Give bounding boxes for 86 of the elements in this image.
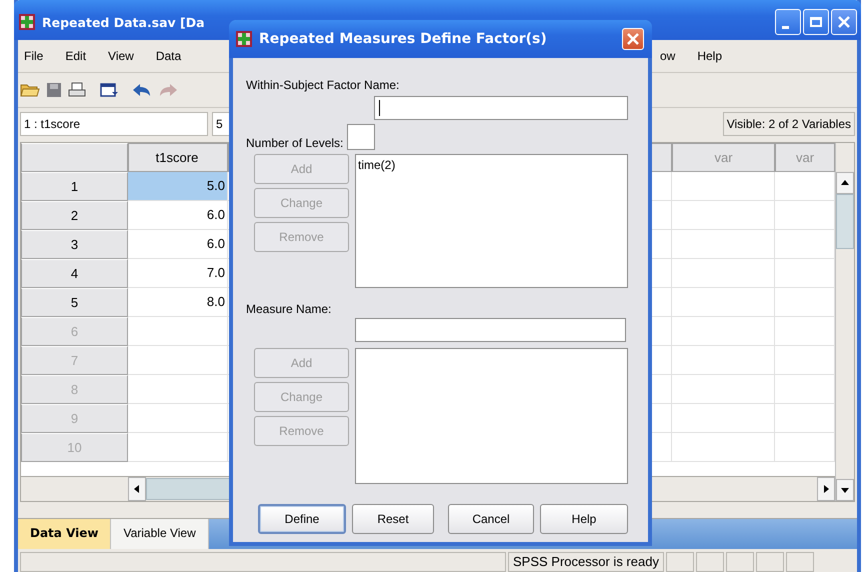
table-cell[interactable] <box>672 433 775 462</box>
dialog-button[interactable]: Define <box>258 504 346 534</box>
menu-item[interactable]: Help <box>693 49 730 63</box>
maximize-button[interactable] <box>803 9 829 35</box>
factor-name-field[interactable] <box>374 96 628 120</box>
dialog-button[interactable]: Reset <box>352 504 434 534</box>
visible-variables-count: Visible: 2 of 2 Variables <box>722 112 855 136</box>
table-cell[interactable]: 5.0 <box>128 172 228 201</box>
table-cell[interactable]: 6.0 <box>128 230 228 259</box>
table-cell[interactable] <box>672 201 775 230</box>
left-arrow-icon <box>134 485 140 493</box>
table-corner[interactable] <box>21 143 128 172</box>
table-cell[interactable] <box>775 201 835 230</box>
table-cell[interactable] <box>672 172 775 201</box>
table-cell[interactable] <box>775 288 835 317</box>
field-label: Measure Name: <box>246 302 332 316</box>
scroll-down-button[interactable] <box>836 479 854 501</box>
menu-item[interactable]: File <box>20 49 52 63</box>
table-cell[interactable] <box>775 433 835 462</box>
vertical-scrollbar[interactable] <box>835 143 854 501</box>
menu-item[interactable]: Data <box>152 49 190 63</box>
print-icon[interactable] <box>68 82 86 98</box>
close-icon <box>837 15 851 29</box>
field-label: Within-Subject Factor Name: <box>246 78 400 92</box>
status-panel <box>666 552 694 572</box>
window-title: Repeated Data.sav [Da <box>42 14 205 30</box>
row-header[interactable]: 2 <box>21 201 128 230</box>
row-header[interactable]: 1 <box>21 172 128 201</box>
measure-list[interactable] <box>355 348 628 484</box>
scrollbar-thumb[interactable] <box>836 194 854 249</box>
table-cell[interactable] <box>775 317 835 346</box>
status-panel <box>786 552 814 572</box>
close-icon <box>627 33 639 45</box>
table-cell[interactable] <box>672 317 775 346</box>
open-folder-icon[interactable] <box>20 82 40 98</box>
status-panel <box>756 552 784 572</box>
table-cell[interactable] <box>672 288 775 317</box>
status-text: SPSS Processor is ready <box>508 552 664 572</box>
dialog-recall-icon[interactable] <box>100 82 118 98</box>
scroll-right-button[interactable] <box>817 477 835 501</box>
menu-item[interactable]: View <box>104 49 142 63</box>
table-cell[interactable] <box>775 375 835 404</box>
up-arrow-icon <box>841 180 849 186</box>
status-panel <box>726 552 754 572</box>
table-cell[interactable] <box>672 404 775 433</box>
table-cell[interactable]: 8.0 <box>128 288 228 317</box>
view-tab[interactable]: Variable View <box>111 519 209 549</box>
redo-icon[interactable] <box>158 82 178 98</box>
table-cell[interactable] <box>672 375 775 404</box>
measure-name-field[interactable] <box>355 318 626 342</box>
app-icon <box>18 13 36 31</box>
status-panel <box>696 552 724 572</box>
table-cell[interactable] <box>672 259 775 288</box>
save-icon[interactable] <box>46 82 62 98</box>
levels-field[interactable] <box>347 124 376 150</box>
scroll-left-button[interactable] <box>128 477 146 501</box>
row-header[interactable]: 4 <box>21 259 128 288</box>
column-header[interactable]: t1score <box>128 143 228 172</box>
table-cell[interactable] <box>775 172 835 201</box>
minimize-button[interactable] <box>775 9 801 35</box>
table-cell[interactable]: 7.0 <box>128 259 228 288</box>
table-cell[interactable] <box>775 230 835 259</box>
right-arrow-icon <box>823 485 829 493</box>
table-cell[interactable] <box>775 259 835 288</box>
close-button[interactable] <box>831 9 857 35</box>
view-tab[interactable]: Data View <box>18 519 112 549</box>
table-cell[interactable] <box>775 346 835 375</box>
table-cell[interactable] <box>672 346 775 375</box>
table-cell[interactable] <box>775 404 835 433</box>
list-item[interactable]: time(2) <box>356 155 627 175</box>
row-header[interactable]: 3 <box>21 230 128 259</box>
undo-icon[interactable] <box>132 82 152 98</box>
app-icon <box>235 30 253 48</box>
cell-reference: 1 : t1score <box>20 112 208 136</box>
menu-item[interactable]: ow <box>656 49 684 63</box>
menu-item[interactable]: Edit <box>61 49 94 63</box>
dialog-button[interactable]: Help <box>540 504 628 534</box>
down-arrow-icon <box>841 487 849 493</box>
scroll-up-button[interactable] <box>836 172 854 194</box>
row-header[interactable]: 5 <box>21 288 128 317</box>
dialog-title: Repeated Measures Define Factor(s) <box>259 31 547 47</box>
dialog-button[interactable]: Cancel <box>448 504 534 534</box>
field-label: Number of Levels: <box>246 136 344 150</box>
close-button[interactable] <box>622 28 644 50</box>
table-cell[interactable] <box>672 230 775 259</box>
table-cell[interactable]: 6.0 <box>128 201 228 230</box>
